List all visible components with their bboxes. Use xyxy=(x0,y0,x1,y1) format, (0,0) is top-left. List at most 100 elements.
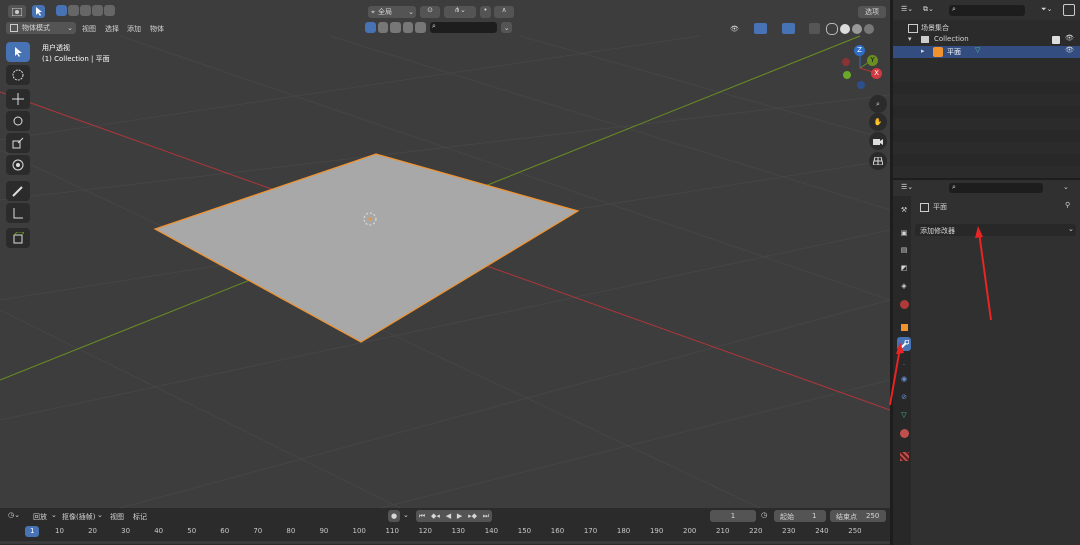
stopwatch-icon[interactable]: ◷ xyxy=(761,511,767,519)
snap-toggle[interactable]: ⋔⌄ xyxy=(444,6,476,18)
rotate-tool-button[interactable] xyxy=(6,111,30,131)
play-reverse-icon[interactable]: ◀ xyxy=(446,512,451,520)
measure-tool-button[interactable] xyxy=(6,203,30,223)
menu-add[interactable]: 添加 xyxy=(127,24,141,34)
panel-divider[interactable] xyxy=(893,178,1080,180)
new-collection-icon[interactable] xyxy=(1063,4,1075,16)
overlay-toggle[interactable] xyxy=(782,23,795,34)
expand-arrow-icon[interactable]: ▾ xyxy=(908,35,912,43)
proportional-edit-toggle[interactable]: • xyxy=(480,6,491,18)
perspective-grid-icon[interactable] xyxy=(869,152,887,170)
sphere-icon[interactable] xyxy=(377,22,389,33)
record-button[interactable]: ● xyxy=(388,510,400,522)
jump-start-icon[interactable]: ⏮ xyxy=(419,512,425,521)
prev-keyframe-icon[interactable]: ◆◂ xyxy=(431,512,440,520)
menu-view[interactable]: 视图 xyxy=(82,24,96,34)
texture-tab[interactable] xyxy=(897,449,911,463)
timeline-header: ◷⌄ 回放 ⌄ 抠像(插帧) ⌄ 视图 标记 ● ⌄ ⏮ ◆◂ ◀ ▶ ▸◆ ⏭… xyxy=(0,508,890,524)
timeline-editor-type-icon[interactable]: ◷⌄ xyxy=(8,511,20,519)
menu-view[interactable]: 视图 xyxy=(110,512,124,522)
menu-marker[interactable]: 标记 xyxy=(133,512,147,522)
pin-icon[interactable]: ⚲ xyxy=(1065,201,1070,209)
jump-end-icon[interactable]: ⏭ xyxy=(483,512,489,521)
search-field[interactable]: ⌕ xyxy=(429,22,498,33)
tool-settings-tab[interactable]: ⚒ xyxy=(897,203,911,217)
editor-type-button[interactable] xyxy=(8,5,26,18)
shading-rendered-icon[interactable] xyxy=(864,23,874,34)
outliner-row-plane[interactable]: ▸ 平面 ▽ 👁 xyxy=(893,46,1080,58)
mesh-data-icon[interactable]: ▽ xyxy=(975,46,980,54)
transform-orientation-dropdown[interactable]: ⌖ 全局 ⌄ xyxy=(368,6,416,18)
ruler-tick-label: 150 xyxy=(517,527,532,535)
search-icon: ⌕ xyxy=(952,5,956,13)
gizmo-y-axis[interactable]: Y xyxy=(867,55,878,66)
xray-toggle[interactable] xyxy=(809,23,820,34)
auto-key-options-icon[interactable]: ⌄ xyxy=(403,511,409,519)
options-dropdown[interactable]: 选项 xyxy=(858,6,886,18)
filter-dropdown[interactable]: ⌄ xyxy=(501,22,512,33)
menu-object[interactable]: 物体 xyxy=(150,24,164,34)
menu-playback[interactable]: 回放 xyxy=(33,512,47,522)
select-mode-subtract-icon[interactable] xyxy=(80,5,91,16)
menu-keying[interactable]: 抠像(插帧) xyxy=(62,512,95,522)
camera-view-icon[interactable] xyxy=(869,132,887,150)
play-icon[interactable]: ▶ xyxy=(457,512,462,520)
outliner-row-scene-collection[interactable]: 场景集合 xyxy=(893,22,1080,34)
properties-editor-type-icon[interactable]: ☰⌄ xyxy=(901,183,913,191)
proportional-falloff-dropdown[interactable]: ∧ xyxy=(494,6,514,18)
current-frame-field[interactable]: 1 xyxy=(710,510,756,522)
checkbox-icon[interactable] xyxy=(1052,36,1060,44)
cursor-tool-button[interactable] xyxy=(6,65,30,85)
visibility-icon[interactable]: 👁 xyxy=(730,25,748,33)
search-icon: ⌕ xyxy=(431,22,436,30)
outliner-search-field[interactable]: ⌕ xyxy=(949,5,1025,16)
eye-icon[interactable]: 👁 xyxy=(1065,46,1074,54)
select-box-tool-icon[interactable] xyxy=(32,5,45,18)
next-keyframe-icon[interactable]: ▸◆ xyxy=(468,512,477,520)
mode-dropdown[interactable]: 物体模式 ⌄ xyxy=(6,22,76,34)
ruler-tick-label: 240 xyxy=(815,527,829,535)
select-mode-invert-icon[interactable] xyxy=(92,5,103,16)
move-tool-button[interactable] xyxy=(6,89,30,109)
select-mode-extend-icon[interactable] xyxy=(68,5,79,16)
gizmo-x-axis[interactable]: X xyxy=(871,68,882,79)
outliner-row-collection[interactable]: ▾ Collection 👁 xyxy=(893,34,1080,46)
pivot-point-dropdown[interactable]: ⊙ xyxy=(420,6,440,18)
menu-select[interactable]: 选择 xyxy=(105,24,119,34)
material-tab[interactable] xyxy=(897,426,911,440)
transform-tool-button[interactable] xyxy=(6,155,30,175)
expand-arrow-icon[interactable]: ▸ xyxy=(921,47,925,55)
shading-wireframe-icon[interactable] xyxy=(826,22,838,35)
filter-icon[interactable]: ⏷⌄ xyxy=(1041,5,1052,14)
select-icon[interactable] xyxy=(365,22,376,33)
eye-icon[interactable]: 👁 xyxy=(1065,34,1074,42)
ruler-tick-label: 100 xyxy=(352,527,366,535)
3d-viewport[interactable]: 物体模式 ⌄ 视图 选择 添加 物体 ⌖ 全局 ⌄ ⊙ ⋔⌄ • ∧ ⌕ ⌄ 选… xyxy=(0,0,890,508)
pan-hand-icon[interactable]: ✋ xyxy=(869,113,887,131)
shading-material-icon[interactable] xyxy=(852,23,862,34)
outliner-display-mode-icon[interactable]: ⧉⌄ xyxy=(923,5,934,14)
add-cube-tool-button[interactable] xyxy=(6,228,30,248)
frame-ruler[interactable]: 1 10 20 30 40 50 60 70 80 90 100 110 120 130 140 150 160… xyxy=(0,524,890,540)
gizmo-z-axis[interactable]: Z xyxy=(854,45,865,56)
select-mode-intersect-icon[interactable] xyxy=(104,5,115,16)
annotate-tool-button[interactable] xyxy=(6,181,30,201)
material-icon[interactable] xyxy=(390,22,401,33)
camera-icon[interactable] xyxy=(415,22,426,33)
viewport-scene[interactable] xyxy=(0,0,890,508)
chevron-down-icon: ⌄ xyxy=(1068,225,1074,233)
zoom-icon[interactable]: ⌕ xyxy=(869,95,887,113)
gizmo-toggle[interactable] xyxy=(754,23,767,34)
end-frame-field[interactable]: 结束点 250 xyxy=(830,510,886,522)
properties-options-dropdown[interactable]: ⌄ xyxy=(1063,183,1069,191)
scale-tool-button[interactable] xyxy=(6,133,30,153)
render-icon[interactable] xyxy=(402,22,414,33)
properties-search-field[interactable]: ⌕ xyxy=(949,183,1043,193)
shading-solid-icon[interactable] xyxy=(840,23,850,34)
select-mode-new-icon[interactable] xyxy=(56,5,67,16)
select-tool-button[interactable] xyxy=(6,42,30,62)
timeline-scrollbar[interactable] xyxy=(0,541,890,544)
outliner-editor-type-icon[interactable]: ☰⌄ xyxy=(901,5,913,13)
navigation-gizmo[interactable]: Z Y X xyxy=(838,42,884,92)
start-frame-field[interactable]: 起始 1 xyxy=(774,510,826,522)
